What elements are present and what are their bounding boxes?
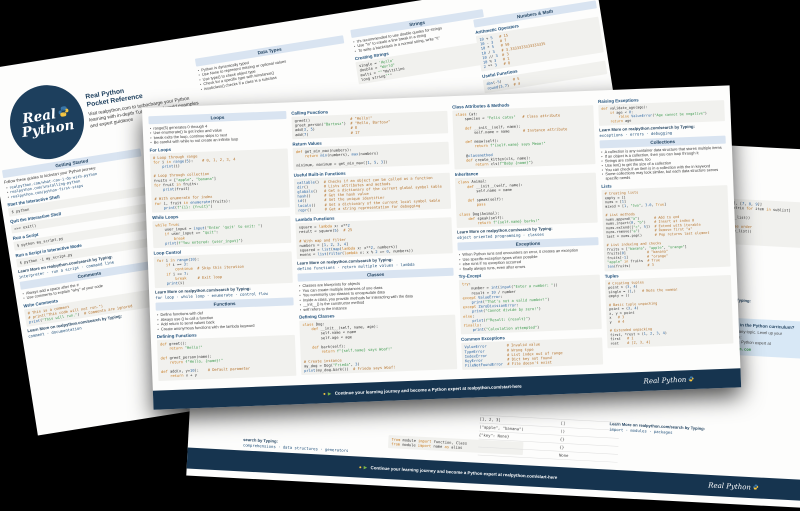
table-cell: [] [561,421,566,426]
strings-column: StringsIt's recommended to use double qu… [350,7,492,86]
getting-started-column: Getting StartedFollow these guides to ki… [2,146,168,341]
code-block: # Creating listsempty = []nums = [1]mixe… [601,185,730,271]
footer-icons: ● ▶ [359,464,368,470]
footer-brand-name: Real Python [708,481,751,491]
classes-exceptions-column: Class Attributes & Methodsclass Cat: spe… [452,97,603,371]
empty-values-table: [1, 2, 3][]("apple", "banana")(){"key": … [478,415,620,463]
table-cell [478,449,559,458]
bullet-list: Define functions with defAlways use () t… [156,307,295,331]
bulb-icon: ● [323,391,326,396]
code-block: for i in range(10): if i == 3: continue … [154,251,293,288]
table-cell: None [559,453,569,458]
footer-icons: ● ▶ [323,391,332,397]
learn-more: Learn More on realpython.com/search by T… [609,422,754,440]
rocket-icon: ▶ [364,465,368,471]
functions-classes-column: Calling Functionsgreet() # "Hello!"greet… [291,102,457,377]
desk-background: Real Python Real Python Pocket Reference… [0,0,800,511]
code-block: ValueError # Invalid valueTypeError # Wr… [461,338,603,370]
loops-functions-column: Loopsrange(5) generates 0 through 4Use e… [148,108,296,382]
bulb-icon: ● [359,465,362,470]
sheet-front: Loopsrange(5) generates 0 through 4Use e… [142,85,741,409]
code-block: def greet(): return "Hello!" def greet_p… [157,335,296,381]
footer-brand-logo: Real Python [643,376,694,386]
table-cell: {} [560,437,565,442]
code-block: def get_min_max(numbers): return min(num… [293,142,450,170]
python-icon [688,376,694,384]
bullet-list: range(5) generates 0 through 4Use enumer… [149,121,288,145]
code-block: class Cat: species = "Felis catus" # Cla… [452,105,595,170]
code-block: try: number = int(input("Enter a number:… [459,275,602,335]
table-cell: {} [559,445,564,450]
footer-text: Continue your learning journey and becom… [370,465,557,480]
bullet-list: A collection is any container data struc… [600,146,727,182]
data-types-column: Data TypesPython is dynamically typedUse… [194,33,348,93]
equivalence-table: [1, 2, 3][]("apple", "banana")(){"key": … [478,415,620,463]
realpython-logo: Real Python [5,80,90,165]
footer-brand-logo: Real Python [708,481,759,492]
code-block: def validate_age(age): if age < 0: raise… [598,100,725,126]
bullet-list: Classes are blueprints for objectsYou ca… [298,278,455,312]
table-cell: () [560,429,565,434]
rocket-icon: ▶ [328,391,332,397]
numbers-math-column: Numbers & MathArithmetic Operators10 + 5… [473,0,608,94]
modules-learn-more: Learn More on realpython.com/search by T… [609,420,755,442]
footer-brand-name: Real Python [643,376,686,386]
code-block: callable() # Checks if an object can be … [294,173,451,215]
code-block: class Dog: def __init__(self, name, age)… [299,315,457,376]
code-block: # Creating tuplespoint = (3, 4)single = … [605,275,734,348]
collections-column: Raising Exceptionsdef validate_age(age):… [598,92,734,366]
code-block: while True: user_input = input("Enter 'q… [152,216,291,248]
bullet-list: When Python runs and encounters an error… [458,247,600,271]
code-block: # Loop through rangefor i in range(5): #… [150,148,290,212]
code-block: greet() # "Hello!"greet_person("Bartosz"… [291,111,448,139]
sheet2-footer-banner: ● ▶ Continue your learning journey and b… [187,448,800,506]
code-block: class Animal: def __init__(self, name): … [455,173,598,228]
code-block: square = lambda x: x**2result = square(5… [296,217,453,259]
footer-text: Continue your learning journey and becom… [335,384,522,396]
python-icon [753,484,759,492]
